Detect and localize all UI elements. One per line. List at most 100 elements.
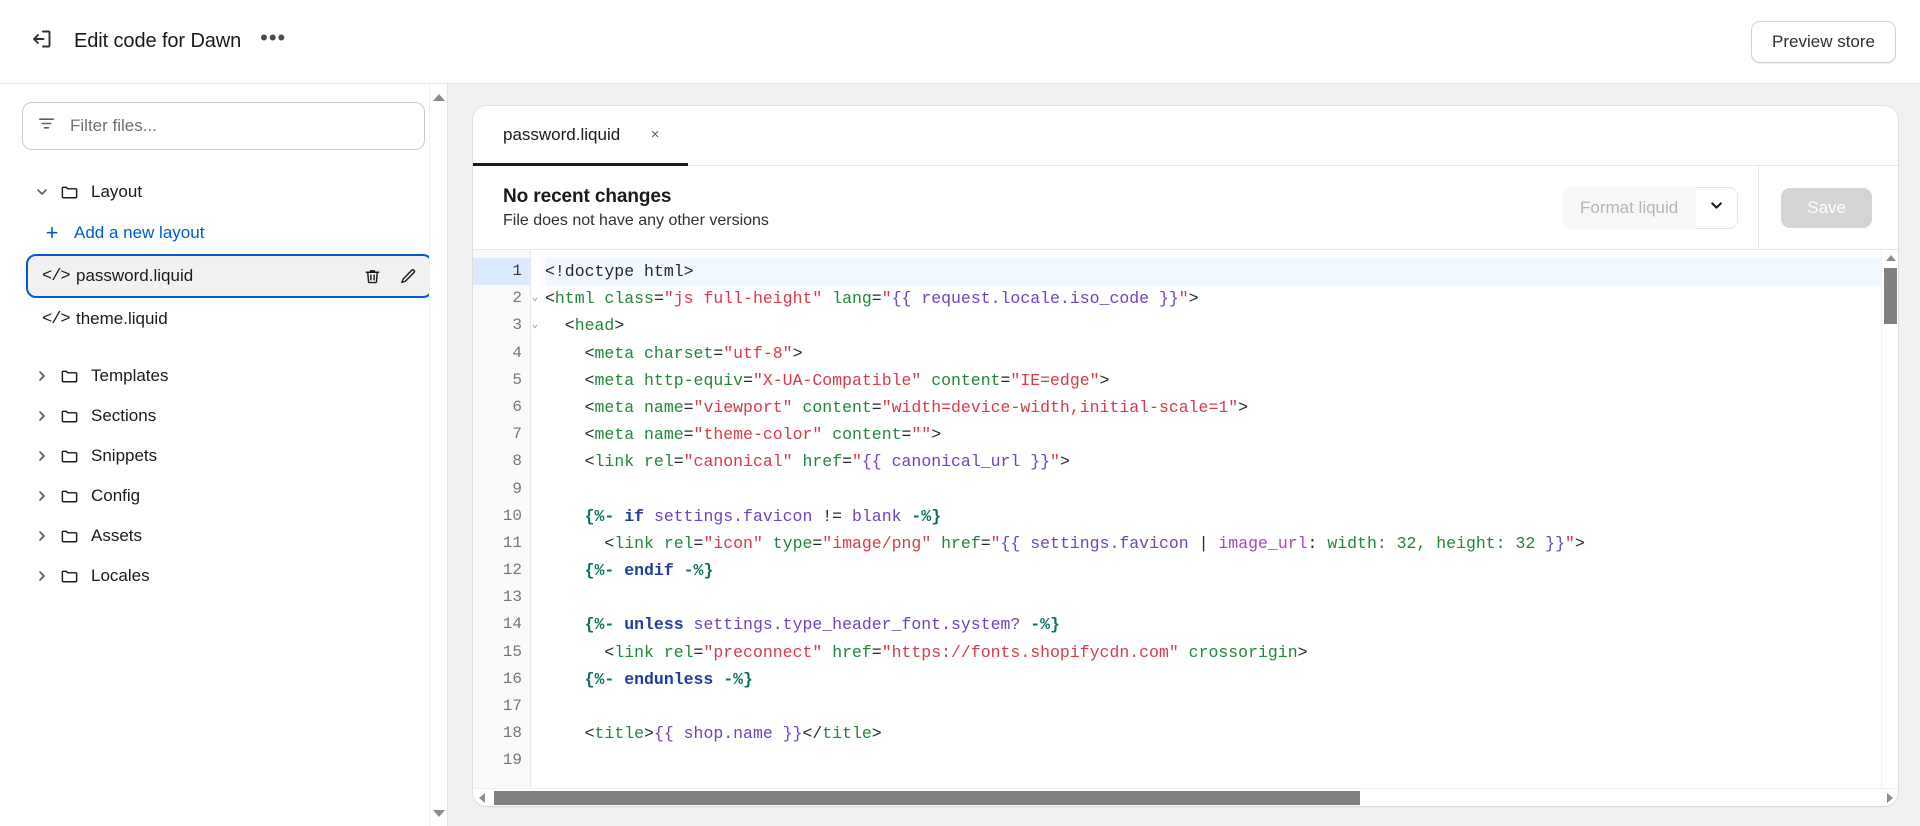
horizontal-scroll-track[interactable]: [490, 789, 1881, 807]
save-button[interactable]: Save: [1781, 187, 1872, 228]
scroll-up-button[interactable]: [1882, 250, 1898, 266]
code-token: -%}: [1030, 615, 1060, 635]
sidebar-scroll-up-button[interactable]: [430, 88, 448, 106]
code-line[interactable]: {%- endunless -%}: [545, 666, 1898, 693]
sidebar-folder-assets[interactable]: Assets: [14, 516, 433, 556]
code-token: rel: [663, 642, 694, 662]
code-token: {{ canonical_url }}: [861, 452, 1051, 472]
code-token: >: [1099, 370, 1110, 390]
code-line[interactable]: <title>{{ shop.name }}</title>: [545, 720, 1898, 747]
sidebar-scroll-down-button[interactable]: [430, 804, 448, 822]
sidebar-folder-layout[interactable]: Layout: [14, 172, 433, 212]
code-content[interactable]: <!doctype html> <html class="js full-heig…: [531, 250, 1898, 806]
sidebar-folder-sections[interactable]: Sections: [14, 396, 433, 436]
format-liquid-group: Format liquid: [1561, 186, 1739, 229]
triangle-up-icon: [433, 93, 445, 101]
code-line[interactable]: [545, 584, 1898, 611]
code-token: charset: [644, 343, 714, 363]
code-line[interactable]: <head>: [545, 312, 1898, 339]
code-token: href: [802, 452, 843, 472]
scroll-left-button[interactable]: [473, 789, 490, 807]
more-actions-button[interactable]: •••: [255, 24, 291, 60]
editor-horizontal-scrollbar[interactable]: [473, 788, 1898, 806]
editor-vertical-scrollbar[interactable]: [1881, 250, 1898, 789]
code-token: <: [545, 425, 595, 445]
vertical-scroll-thumb[interactable]: [1884, 268, 1897, 324]
format-options-dropdown[interactable]: [1696, 186, 1739, 229]
horizontal-scroll-thumb[interactable]: [494, 790, 1360, 805]
code-line[interactable]: <meta name="viewport" content="width=dev…: [545, 394, 1898, 421]
line-number: 18: [502, 724, 522, 743]
code-token: meta: [594, 343, 635, 363]
code-token: ": [881, 289, 892, 309]
sidebar-folder-snippets[interactable]: Snippets: [14, 436, 433, 476]
code-token: >: [871, 724, 882, 744]
sidebar-file-label: password.liquid: [76, 266, 194, 285]
preview-store-button[interactable]: Preview store: [1751, 20, 1896, 63]
line-number: 1: [473, 258, 530, 286]
code-token: meta: [594, 425, 635, 445]
code-line[interactable]: [545, 476, 1898, 503]
code-token: link: [594, 452, 635, 472]
line-number: 13: [502, 588, 522, 607]
code-line[interactable]: <meta charset="utf-8">: [545, 340, 1898, 367]
sidebar-file-label: theme.liquid: [76, 309, 168, 328]
scroll-right-button[interactable]: [1881, 789, 1898, 807]
delete-icon[interactable]: [361, 265, 383, 287]
code-line[interactable]: [545, 747, 1898, 774]
folder-icon: [60, 527, 79, 546]
add-new-layout-label: Add a new layout: [74, 223, 205, 242]
code-token: link: [614, 533, 654, 553]
code-line[interactable]: <html class="js full-height" lang="{{ re…: [545, 285, 1898, 312]
sidebar-file-password-liquid[interactable]: </> password.liquid: [26, 254, 433, 298]
code-token: settings.type_header_font.system?: [693, 615, 1021, 635]
filter-files-container: [0, 84, 447, 150]
code-line[interactable]: <!doctype html>: [545, 258, 1898, 286]
code-line[interactable]: {%- unless settings.type_header_font.sys…: [545, 611, 1898, 638]
code-editor[interactable]: 1 2 ⌄ 3 ⌄ 4 5 6 7 8 9 10 11 12 13 14 15 16 17 18 19 <!doctyp…: [473, 250, 1898, 806]
code-token: ": [1565, 533, 1575, 553]
rename-icon[interactable]: [397, 265, 419, 287]
tab-password-liquid[interactable]: password.liquid ×: [473, 106, 689, 166]
code-line[interactable]: <link rel="preconnect" href="https://fon…: [545, 639, 1898, 666]
code-token: =: [901, 425, 912, 445]
code-token: <: [545, 289, 555, 309]
code-line[interactable]: {%- if settings.favicon != blank -%}: [545, 503, 1898, 530]
code-line[interactable]: [545, 693, 1898, 720]
close-icon[interactable]: ×: [646, 126, 664, 144]
sidebar-folder-locales[interactable]: Locales: [14, 556, 433, 596]
chevron-down-icon: [1709, 198, 1724, 218]
sidebar-folder-templates[interactable]: Templates: [14, 356, 433, 396]
exit-button[interactable]: [20, 20, 64, 64]
code-token: {%-: [545, 561, 615, 581]
sidebar-folder-label: Layout: [91, 182, 143, 201]
code-token: =: [871, 289, 882, 309]
code-line[interactable]: <link rel="canonical" href="{{ canonical…: [545, 448, 1898, 475]
code-token: if: [624, 506, 645, 526]
code-token: "image/png": [822, 533, 932, 553]
code-line[interactable]: <link rel="icon" type="image/png" href="…: [545, 530, 1898, 557]
page-title: Edit code for Dawn: [74, 30, 242, 52]
sidebar-scrollbar[interactable]: [429, 84, 447, 826]
code-line[interactable]: <meta name="theme-color" content="">: [545, 421, 1898, 448]
format-liquid-button[interactable]: Format liquid: [1561, 186, 1697, 229]
code-line[interactable]: <meta http-equiv="X-UA-Compatible" conte…: [545, 367, 1898, 394]
search-input[interactable]: [68, 115, 410, 137]
add-new-layout-button[interactable]: + Add a new layout: [28, 212, 433, 254]
code-token: "viewport": [693, 397, 793, 417]
sidebar-folder-label: Snippets: [91, 446, 158, 465]
sidebar-file-theme-liquid[interactable]: </> theme.liquid: [28, 298, 433, 340]
code-token: lang: [832, 289, 872, 309]
filter-files-box[interactable]: [22, 102, 425, 150]
sidebar-folder-config[interactable]: Config: [14, 476, 433, 516]
code-line[interactable]: {%- endif -%}: [545, 557, 1898, 584]
